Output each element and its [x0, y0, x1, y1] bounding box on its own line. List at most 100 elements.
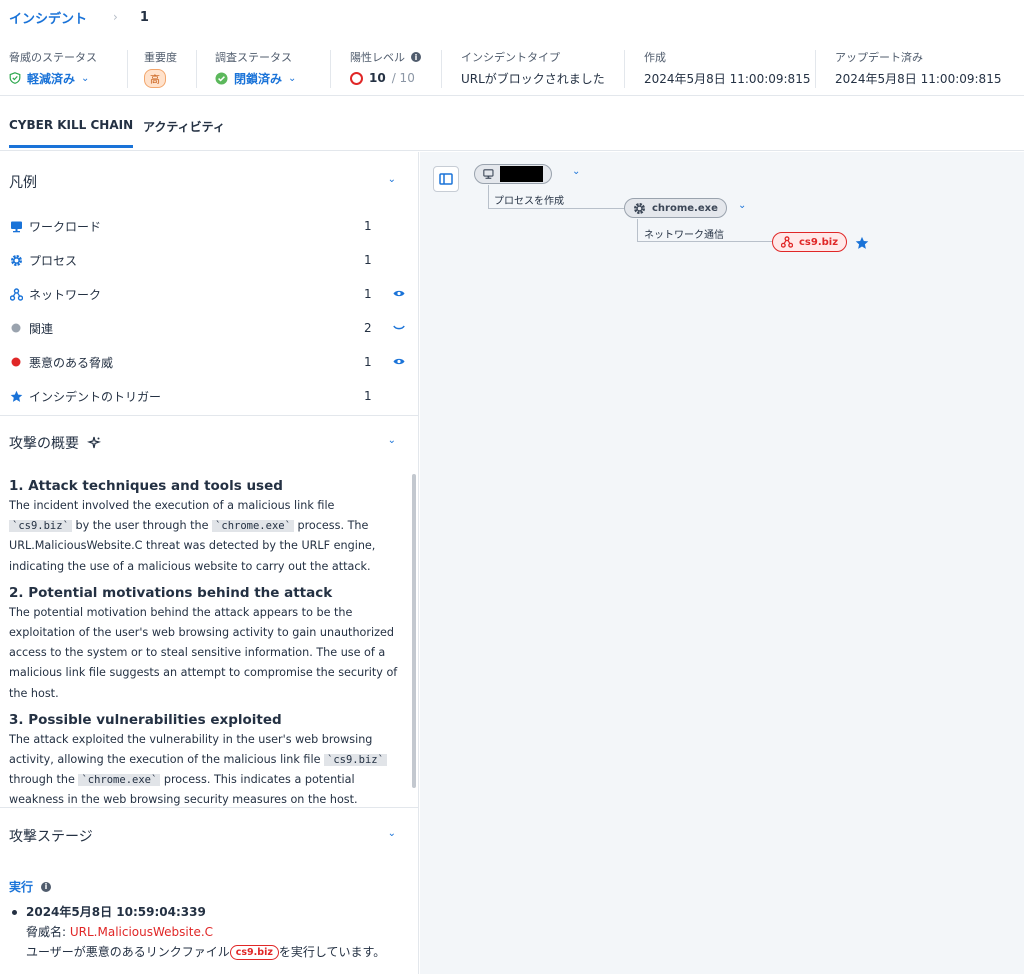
- attack-summary-text: 1. Attack techniques and tools used The …: [9, 476, 399, 806]
- eye-closed-icon[interactable]: [393, 321, 405, 335]
- network-name: cs9.biz: [799, 236, 839, 248]
- chevron-down-icon[interactable]: ⌄: [388, 435, 396, 446]
- summary-heading: 1. Attack techniques and tools used: [9, 478, 283, 494]
- positivity-level-label: 陽性レベル: [350, 51, 405, 64]
- divider: [330, 50, 331, 88]
- legend-item-related: 関連 2: [9, 319, 409, 337]
- star-icon: [9, 389, 23, 403]
- legend-item-trigger: インシデントのトリガー 1: [9, 387, 409, 405]
- gear-icon: [634, 202, 645, 214]
- legend-item-count: 2: [364, 321, 372, 335]
- legend-item-label: プロセス: [29, 253, 78, 268]
- stage-execution: 実行 i: [9, 878, 52, 895]
- legend-item-label: 悪意のある脅威: [29, 355, 114, 370]
- threat-status-dropdown[interactable]: 軽減済み ⌄: [9, 70, 97, 86]
- legend-item-label: 関連: [29, 321, 54, 336]
- summary-scrollbar[interactable]: [412, 474, 416, 788]
- summary-heading: 2. Potential motivations behind the atta…: [9, 584, 333, 601]
- tab-cyber-kill-chain[interactable]: CYBER KILL CHAIN: [9, 118, 134, 148]
- legend-item-count: 1: [364, 389, 372, 403]
- summary-heading: 3. Possible vulnerabilities exploited: [9, 711, 282, 728]
- code-chrome: `chrome.exe`: [212, 520, 294, 533]
- stage-name: 実行: [9, 880, 34, 894]
- attack-stages-header[interactable]: 攻撃ステージ: [9, 826, 93, 846]
- summary-paragraph: The potential motivation behind the atta…: [9, 605, 398, 700]
- eye-icon[interactable]: [393, 287, 405, 301]
- incident-info-bar: 脅威のステータス 軽減済み ⌄ 重要度 高 調査ステータス 閉鎖済み ⌄ 陽性レ…: [0, 44, 1024, 96]
- breadcrumb-separator: ›: [113, 10, 118, 24]
- created-value: 2024年5月8日 11:00:09:815: [644, 71, 811, 86]
- network-icon: [9, 287, 23, 301]
- tab-activity[interactable]: アクティビティ: [143, 118, 225, 135]
- severity-label: 重要度: [144, 51, 177, 64]
- divider: [441, 50, 442, 88]
- summary-paragraph: The incident involved the execution of a…: [9, 499, 376, 573]
- info-icon[interactable]: i: [411, 52, 421, 62]
- legend-item-process: プロセス 1: [9, 251, 409, 269]
- panel-icon: [439, 173, 453, 185]
- tab-bar: CYBER KILL CHAIN アクティビティ: [0, 96, 1024, 151]
- breadcrumb: インシデント › 1: [9, 8, 149, 27]
- check-circle-icon: [215, 72, 228, 84]
- workload-icon: [9, 219, 23, 233]
- legend-item-label: インシデントのトリガー: [29, 389, 162, 404]
- breadcrumb-current: 1: [139, 9, 149, 25]
- process-node[interactable]: chrome.exe: [624, 198, 727, 218]
- toggle-panel-button[interactable]: [433, 166, 459, 192]
- updated-value: 2024年5月8日 11:00:09:815: [835, 71, 1002, 86]
- chevron-down-icon[interactable]: ⌄: [738, 200, 746, 211]
- stage-timestamp: 2024年5月8日 10:59:04:339: [26, 905, 206, 919]
- code-chrome: `chrome.exe`: [78, 774, 161, 787]
- chevron-down-icon: ⌄: [288, 72, 297, 84]
- investigation-status-field: 調査ステータス 閉鎖済み ⌄: [215, 50, 296, 92]
- trigger-star-icon: [855, 236, 869, 253]
- legend-item-count: 1: [364, 219, 372, 233]
- investigation-status-label: 調査ステータス: [215, 51, 292, 64]
- threat-name-link[interactable]: URL.MaliciousWebsite.C: [70, 925, 213, 939]
- legend-item-workload: ワークロード 1: [9, 217, 409, 235]
- divider: [127, 50, 128, 88]
- legend-item-label: ネットワーク: [29, 287, 102, 302]
- summary-paragraph: The attack exploited the vulnerability i…: [9, 730, 399, 806]
- graph-edge: [488, 185, 489, 208]
- investigation-status-dropdown[interactable]: 閉鎖済み ⌄: [215, 70, 296, 86]
- eye-icon[interactable]: [393, 355, 405, 369]
- threat-status-label: 脅威のステータス: [9, 51, 97, 64]
- graph-edge: [488, 208, 624, 209]
- incident-type-label: インシデントタイプ: [461, 51, 560, 64]
- code-cs9: `cs9.biz`: [324, 754, 387, 767]
- cs9-pill[interactable]: cs9.biz: [229, 945, 279, 960]
- legend-header[interactable]: 凡例: [9, 172, 37, 192]
- bullet: [12, 910, 17, 915]
- threat-status-value: 軽減済み: [27, 71, 76, 86]
- legend-title: 凡例: [9, 175, 37, 191]
- severity-field: 重要度 高: [144, 50, 177, 92]
- attack-summary-title: 攻撃の概要: [9, 436, 79, 452]
- positivity-level-field: 陽性レベル i 10 / 10: [350, 50, 421, 92]
- chevron-down-icon[interactable]: ⌄: [388, 174, 396, 185]
- network-node[interactable]: cs9.biz: [772, 232, 848, 252]
- divider: [624, 50, 625, 88]
- chevron-down-icon[interactable]: ⌄: [572, 166, 580, 177]
- incident-type-value: URLがブロックされました: [461, 71, 605, 86]
- breadcrumb-incidents-link[interactable]: インシデント: [9, 8, 87, 27]
- graph-edge: [637, 241, 772, 242]
- info-icon[interactable]: i: [41, 881, 52, 892]
- kill-chain-graph: ⌄ プロセスを作成 chrome.exe ⌄ ネットワーク通信 cs9.biz: [420, 152, 1024, 974]
- graph-edge: [637, 219, 638, 241]
- legend-item-malicious: 悪意のある脅威 1: [9, 353, 409, 371]
- divider: [815, 50, 816, 88]
- chevron-down-icon[interactable]: ⌄: [388, 828, 396, 839]
- network-icon: [781, 236, 793, 248]
- attack-summary-header[interactable]: 攻撃の概要: [9, 433, 101, 453]
- workload-node[interactable]: [474, 164, 552, 184]
- ai-sparkle-icon: [87, 436, 101, 449]
- gear-icon: [9, 253, 23, 267]
- code-cs9: `cs9.biz`: [9, 520, 72, 533]
- legend-item-label: ワークロード: [29, 219, 102, 234]
- edge-label: プロセスを作成: [494, 196, 564, 207]
- divider: [0, 807, 419, 808]
- shield-check-icon: [9, 72, 21, 84]
- positivity-max: / 10: [391, 71, 415, 85]
- divider: [0, 415, 419, 416]
